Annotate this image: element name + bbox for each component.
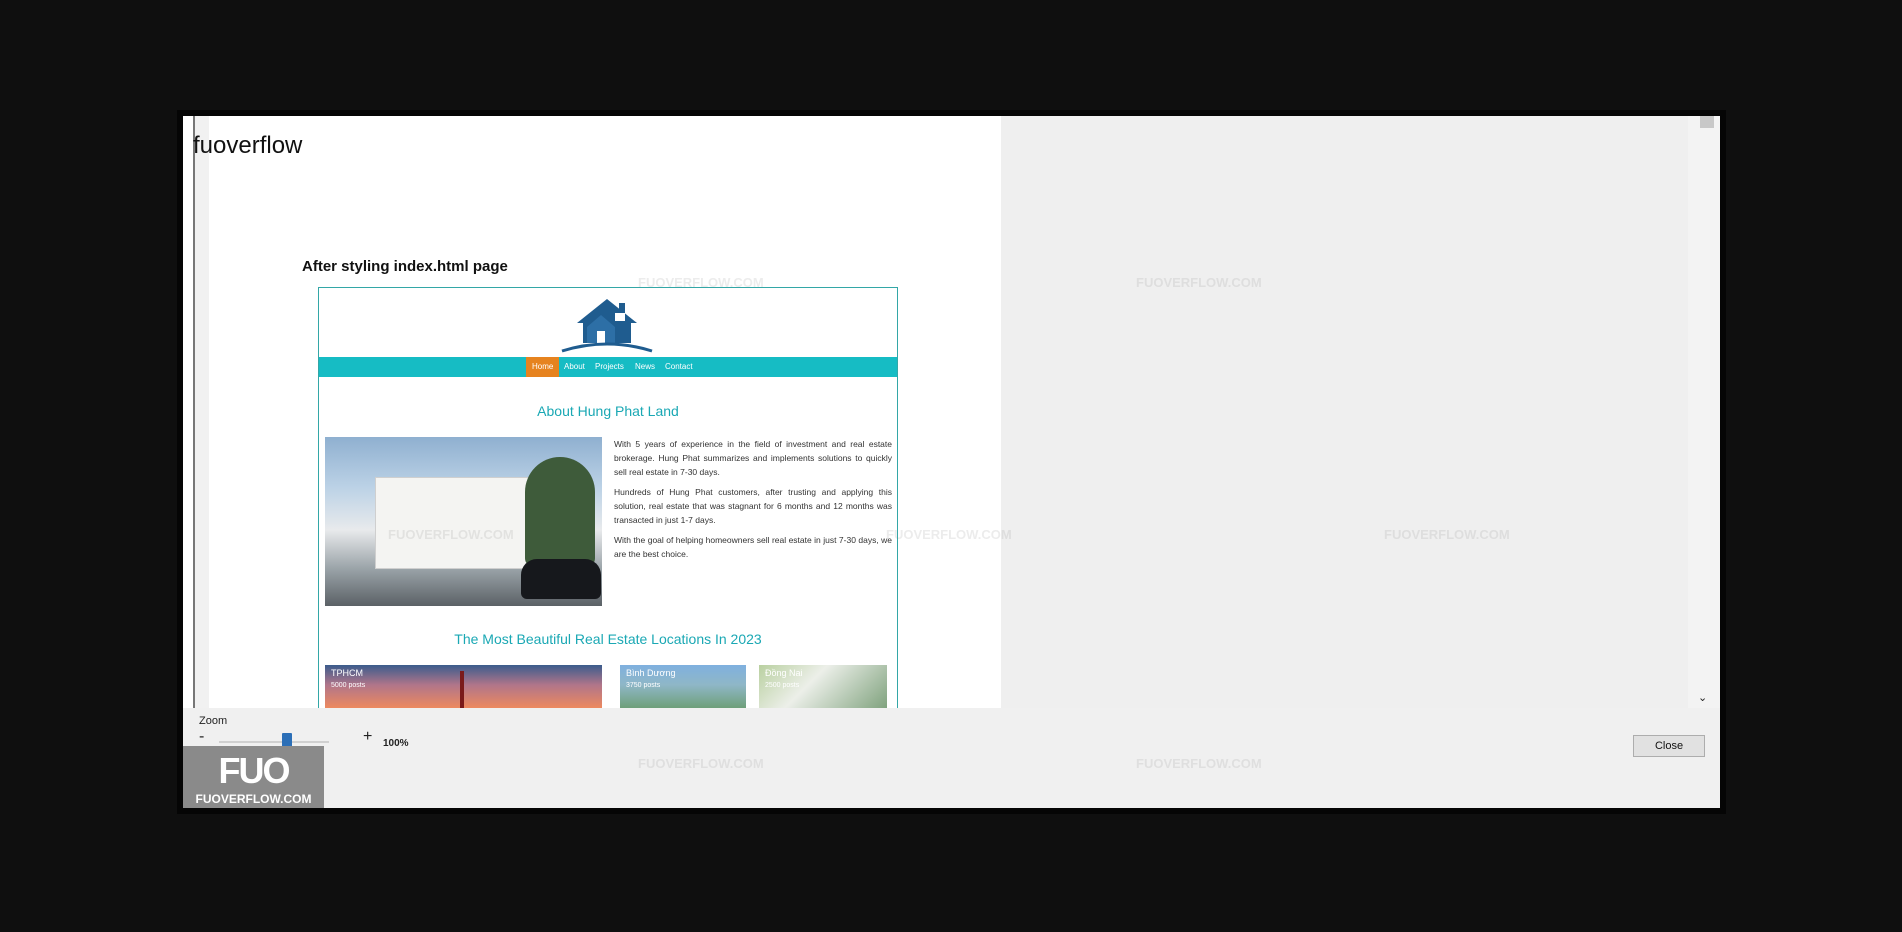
watermark: FUOVERFLOW.COM	[388, 527, 514, 542]
card-posts: 2500 posts	[765, 682, 800, 689]
watermark: FUOVERFLOW.COM	[1384, 527, 1510, 542]
preview-nav-bar: Home About Projects News Contact	[319, 357, 897, 377]
dialog-footer: Zoom - + 100% FUOVERFLOW.COM FUOVERFLOW.…	[183, 708, 1720, 808]
image-caption: After styling index.html page	[302, 258, 508, 275]
zoom-in-button[interactable]: +	[363, 728, 372, 746]
watermark: FUOVERFLOW.COM	[1136, 756, 1262, 771]
viewport-background	[1001, 116, 1688, 708]
card-posts: 5000 posts	[331, 682, 366, 689]
close-button[interactable]: Close	[1633, 735, 1705, 757]
chevron-down-icon[interactable]: ⌄	[1698, 691, 1707, 704]
card-posts: 3750 posts	[626, 682, 661, 689]
site-title: fuoverflow	[193, 132, 303, 159]
zoom-slider-track[interactable]	[219, 741, 329, 743]
scrollbar-thumb[interactable]	[1700, 116, 1714, 128]
preview-nav-contact: Contact	[665, 362, 693, 371]
house-logo-icon	[561, 299, 653, 353]
preview-paragraph: With 5 years of experience in the field …	[614, 439, 892, 477]
preview-locations-heading: The Most Beautiful Real Estate Locations…	[454, 631, 762, 647]
preview-paragraph: Hundreds of Hung Phat customers, after t…	[614, 487, 892, 525]
preview-location-card: TPHCM 5000 posts	[325, 665, 602, 708]
preview-house-photo	[325, 437, 602, 606]
watermark: FUOVERFLOW.COM	[1136, 275, 1262, 290]
fuoverflow-logo: FUO FUOVERFLOW.COM	[183, 746, 324, 808]
preview-nav-news: News	[635, 362, 656, 371]
preview-location-card: Bình Dương 3750 posts	[620, 665, 746, 708]
zoom-slider-thumb[interactable]	[282, 733, 292, 747]
preview-nav-home: Home	[526, 357, 560, 377]
zoom-value: 100%	[383, 738, 409, 749]
preview-paragraph: With the goal of helping homeowners sell…	[614, 535, 892, 559]
preview-nav-about: About	[564, 362, 585, 371]
card-name: Đồng Nai	[765, 668, 803, 678]
preview-location-card: Đồng Nai 2500 posts	[759, 665, 887, 708]
page-edge	[193, 116, 209, 708]
zoom-label: Zoom	[199, 715, 228, 727]
watermark: FUOVERFLOW.COM	[638, 275, 764, 290]
zoom-out-button[interactable]: -	[199, 728, 204, 746]
image-viewport[interactable]: fuoverflow After styling index.html page…	[183, 116, 1688, 708]
card-name: TPHCM	[331, 668, 363, 678]
card-name: Bình Dương	[626, 668, 676, 678]
preview-nav-projects: Projects	[595, 362, 624, 371]
brand-logo-text: FUO	[218, 750, 291, 791]
watermark: FUOVERFLOW.COM	[886, 527, 1012, 542]
website-preview: Home About Projects News Contact About H…	[318, 287, 898, 708]
vertical-scrollbar[interactable]: ⌄	[1688, 116, 1720, 708]
preview-about-heading: About Hung Phat Land	[537, 403, 679, 419]
watermark: FUOVERFLOW.COM	[638, 756, 764, 771]
image-viewer-dialog: fuoverflow After styling index.html page…	[183, 116, 1720, 808]
brand-text: FUOVERFLOW.COM	[195, 792, 312, 806]
